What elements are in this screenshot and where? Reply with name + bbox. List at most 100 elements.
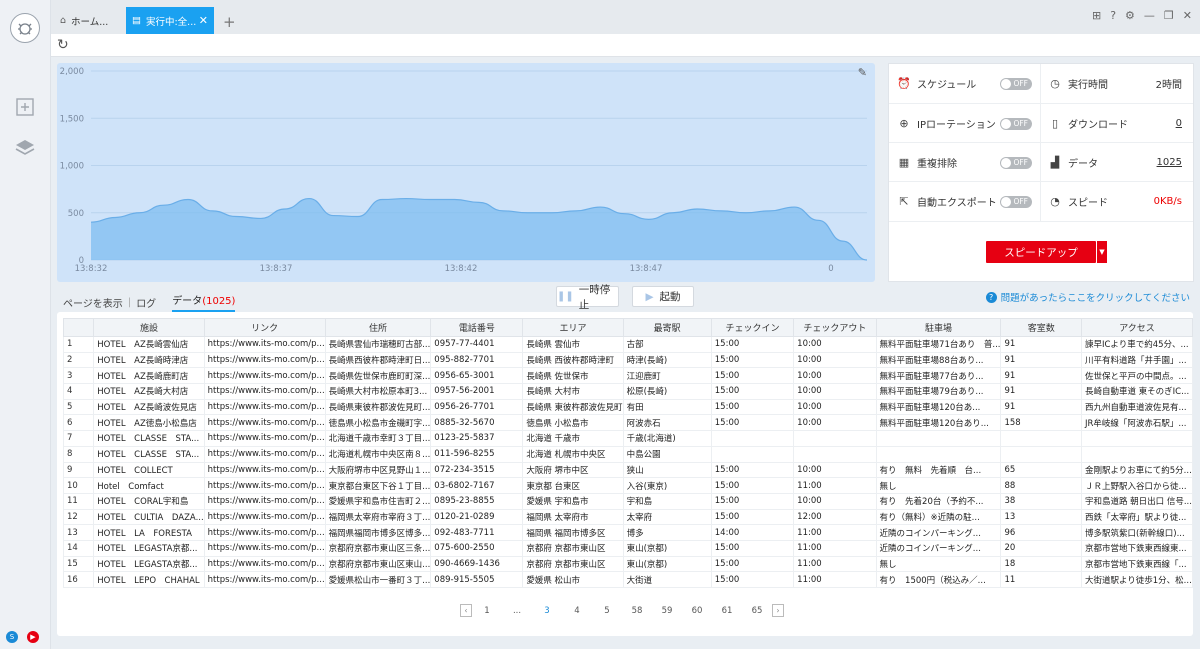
next-page-icon[interactable]: › <box>772 604 784 617</box>
table-cell: 無料平面駐車場79台あり... <box>875 383 1002 400</box>
dedup-label: 重複排除 <box>917 159 957 170</box>
table-row[interactable]: 4 HOTEL AZ長崎大村店 https://www.its-mo.com/p..… <box>62 383 1194 400</box>
table-cell: Hotel Comfact <box>93 477 205 494</box>
ip-rotation-toggle[interactable]: OFF <box>1000 117 1032 130</box>
column-header[interactable]: アクセス <box>1080 318 1194 337</box>
tab-home[interactable]: ⌂ ホーム... <box>54 7 126 34</box>
page-number[interactable]: 5 <box>592 606 622 616</box>
edit-icon[interactable]: ✎ <box>858 66 867 79</box>
column-header[interactable]: 住所 <box>324 318 432 337</box>
column-header[interactable]: エリア <box>522 318 624 337</box>
table-cell: 15:00 <box>710 383 795 400</box>
table-row[interactable]: 16 HOTEL LEPO CHAHAL https://www.its-mo.co… <box>62 571 1194 588</box>
tab-running[interactable]: ▤ 実行中:全... ✕ <box>126 7 214 34</box>
data-row: ▟ データ 1025 <box>1042 143 1194 182</box>
table-row[interactable]: 3 HOTEL AZ長崎鹿町店 https://www.its-mo.com/p..… <box>62 367 1194 385</box>
table-cell: 京都市営地下鉄東西線東... <box>1080 539 1194 557</box>
table-cell: 宇和島道路 朝日出口 信号... <box>1080 492 1194 510</box>
pause-button[interactable]: ❚❚ 一時停止 <box>556 284 619 311</box>
runtime-label: 実行時間 <box>1068 80 1108 91</box>
help-icon[interactable]: ? <box>1110 9 1116 22</box>
table-cell: HOTEL CLASSE STA... <box>93 430 205 447</box>
help-link[interactable]: ? 問題があったらここをクリックしてください <box>985 290 1190 304</box>
table-row[interactable]: 8 HOTEL CLASSE STA... https://www.its-mo.c… <box>62 445 1194 463</box>
table-cell: https://www.its-mo.com/p... <box>203 351 326 369</box>
column-header[interactable] <box>62 318 95 337</box>
auto-export-toggle[interactable]: OFF <box>1000 195 1032 208</box>
prev-page-icon[interactable]: ‹ <box>460 604 472 617</box>
dedup-toggle[interactable]: OFF <box>1000 156 1032 169</box>
table-row[interactable]: 14 HOTEL LEGASTA京都... https://www.its-mo.c… <box>62 539 1194 557</box>
table-cell: 03-6802-7167 <box>430 477 524 494</box>
gear-icon[interactable]: ⚙ <box>1125 9 1135 22</box>
table-row[interactable]: 1 HOTEL AZ長崎雲仙店 https://www.its-mo.com/p..… <box>62 336 1194 353</box>
table-row[interactable]: 13 HOTEL LA FORESTA https://www.its-mo.com… <box>62 524 1194 541</box>
table-row[interactable]: 15 HOTEL LEGASTA京都... https://www.its-mo.c… <box>62 555 1194 573</box>
skype-icon[interactable]: S <box>6 631 18 643</box>
table-cell: 011-596-8255 <box>430 445 524 463</box>
table-cell: 15:00 <box>710 477 795 494</box>
refresh-icon[interactable]: ↻ <box>57 37 69 53</box>
column-header[interactable]: 施設 <box>93 318 205 337</box>
table-row[interactable]: 11 HOTEL CORAL宇和島 https://www.its-mo.com/p… <box>62 492 1194 510</box>
column-header[interactable]: チェックアウト <box>793 318 877 337</box>
add-tab-icon[interactable]: + <box>217 8 242 35</box>
table-row[interactable]: 9 HOTEL COLLECT https://www.its-mo.com/p..… <box>62 461 1194 479</box>
page-number[interactable]: 4 <box>562 606 592 616</box>
close-icon[interactable]: ✕ <box>199 14 208 27</box>
clock-icon: ◷ <box>1050 77 1060 90</box>
column-header[interactable]: 最寄駅 <box>622 318 712 337</box>
page-number[interactable]: 58 <box>622 606 652 616</box>
table-cell: 9 <box>62 461 95 479</box>
table-cell: 有田 <box>622 398 712 416</box>
table-row[interactable]: 5 HOTEL AZ長崎波佐見店 https://www.its-mo.com/p.… <box>62 398 1194 416</box>
tab-data[interactable]: データ(1025) <box>172 292 236 312</box>
table-cell: 東山(京都) <box>622 555 712 573</box>
table-row[interactable]: 7 HOTEL CLASSE STA... https://www.its-mo.c… <box>62 430 1194 447</box>
tab-page[interactable]: ページを表示 <box>63 295 123 310</box>
table-cell: https://www.its-mo.com/p... <box>203 398 326 416</box>
close-window-icon[interactable]: ✕ <box>1183 9 1192 22</box>
start-button[interactable]: ▶ 起動 <box>632 286 694 307</box>
table-cell: 0885-32-5670 <box>430 414 524 432</box>
schedule-toggle[interactable]: OFF <box>1000 77 1032 90</box>
gift-icon[interactable]: ⊞ <box>1092 9 1101 22</box>
x-tick-label: 13:8:47 <box>630 264 663 274</box>
page-number[interactable]: 59 <box>652 606 682 616</box>
page-number[interactable]: 3 <box>532 606 562 616</box>
table-cell: 北海道札幌市中央区南８... <box>324 445 432 463</box>
youtube-icon[interactable]: ▶ <box>27 631 39 643</box>
page-number[interactable]: 1 <box>472 606 502 616</box>
speed-row: ◔ スピード 0KB/s <box>1042 182 1194 221</box>
table-cell: 無し <box>875 555 1002 573</box>
restore-icon[interactable]: ❐ <box>1164 9 1174 22</box>
new-task-icon[interactable] <box>14 96 36 118</box>
table-cell: 12:00 <box>793 508 877 526</box>
column-header[interactable]: 客室数 <box>1000 318 1082 337</box>
table-cell <box>875 445 1002 463</box>
page-number[interactable]: 60 <box>682 606 712 616</box>
minimize-icon[interactable]: — <box>1144 9 1155 22</box>
page-number[interactable]: ... <box>502 606 532 616</box>
data-value[interactable]: 1025 <box>1157 157 1182 168</box>
table-cell: 0895-23-8855 <box>430 492 524 510</box>
layers-icon[interactable] <box>14 137 36 159</box>
table-row[interactable]: 2 HOTEL AZ長崎時津店 https://www.its-mo.com/p..… <box>62 351 1194 369</box>
page-number[interactable]: 65 <box>742 606 772 616</box>
table-row[interactable]: 12 HOTEL CULTIA DAZA... https://www.its-mo… <box>62 508 1194 526</box>
table-cell: 11:00 <box>793 571 877 588</box>
speed-up-button[interactable]: スピードアップ <box>986 241 1096 263</box>
column-header[interactable]: 電話番号 <box>430 318 524 337</box>
table-row[interactable]: 10 Hotel Comfact https://www.its-mo.com/p.… <box>62 477 1194 494</box>
tab-log[interactable]: ログ <box>136 295 156 310</box>
download-value[interactable]: 0 <box>1176 118 1182 129</box>
page-number[interactable]: 61 <box>712 606 742 616</box>
column-header[interactable]: リンク <box>203 318 326 337</box>
table-cell: 10:00 <box>793 414 877 432</box>
table-row[interactable]: 6 HOTEL AZ徳島小松島店 https://www.its-mo.com/p.… <box>62 414 1194 432</box>
chevron-down-icon[interactable]: ▼ <box>1097 241 1107 263</box>
table-cell: HOTEL LEGASTA京都... <box>93 555 205 573</box>
column-header[interactable]: チェックイン <box>710 318 795 337</box>
table-cell: 15:00 <box>710 351 795 369</box>
column-header[interactable]: 駐車場 <box>875 318 1002 337</box>
